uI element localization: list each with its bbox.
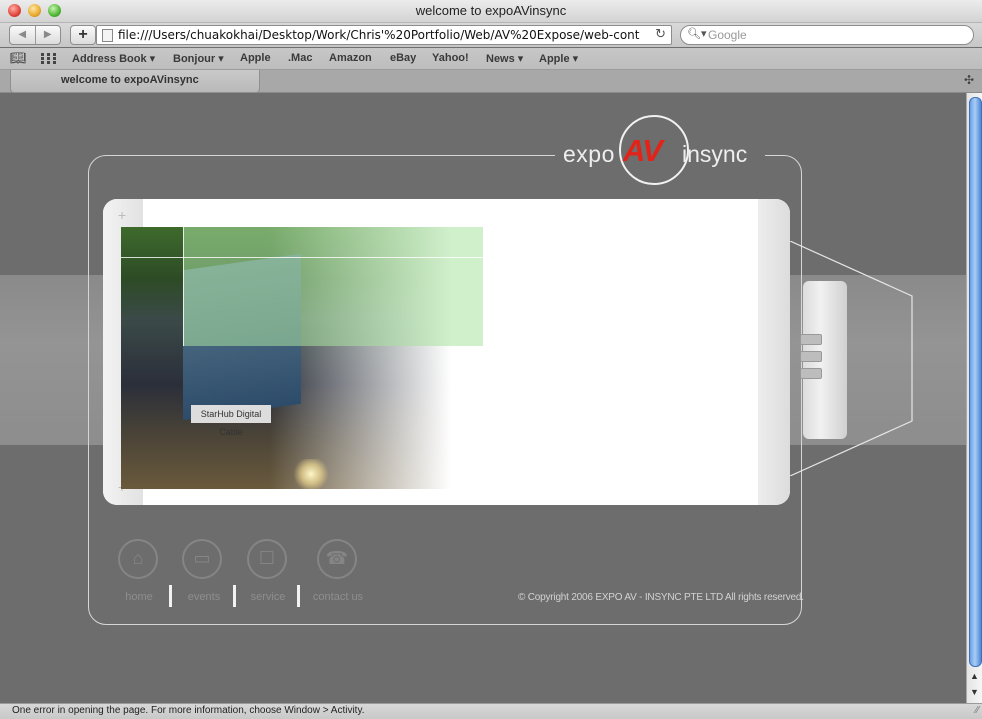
- guide-line-vertical: [183, 227, 184, 346]
- nav-home[interactable]: home: [107, 591, 171, 603]
- status-text: One error in opening the page. For more …: [12, 705, 365, 716]
- bookmark-ebay[interactable]: eBay: [390, 52, 416, 64]
- hero-panel: + + StarHub Digital Cable: [103, 199, 790, 505]
- logo-expo-text: expo: [563, 141, 615, 167]
- copyright-text: © Copyright 2006 EXPO AV - INSYNC PTE LT…: [518, 592, 804, 603]
- nav-separator: [297, 585, 300, 607]
- book-icon[interactable]: 📖︎: [10, 50, 27, 66]
- page-icon: [102, 29, 113, 42]
- bookmark-yahoo[interactable]: Yahoo!: [432, 52, 469, 64]
- title-bar: welcome to expoAVinsync: [0, 0, 982, 23]
- resize-grip-icon[interactable]: ⁄⁄: [976, 705, 979, 716]
- reload-icon[interactable]: ↻: [655, 26, 666, 42]
- folder-icon[interactable]: ▭: [182, 539, 222, 579]
- vertical-scrollbar[interactable]: ▲ ▼: [966, 93, 982, 703]
- bookmark-apple[interactable]: Apple: [240, 52, 271, 64]
- bookmark-mac[interactable]: .Mac: [288, 52, 312, 64]
- page-viewport: expo AV insync + + StarHub Digital Cable…: [0, 93, 966, 703]
- forward-arrow-icon[interactable]: ▶: [36, 26, 61, 44]
- guide-line-horizontal: [121, 257, 483, 258]
- address-bar[interactable]: file:///Users/chuakokhai/Desktop/Work/Ch…: [96, 25, 672, 45]
- nav-service[interactable]: service: [236, 591, 300, 603]
- bookmark-bonjour[interactable]: Bonjour ▾: [173, 52, 224, 65]
- bookmark-apple-menu[interactable]: Apple ▾: [539, 52, 578, 65]
- search-field[interactable]: 🔍︎▾ Google: [680, 25, 974, 45]
- right-rail: [758, 199, 790, 505]
- window-title: welcome to expoAVinsync: [415, 3, 567, 18]
- scroll-thumb[interactable]: [969, 97, 982, 667]
- green-overlay: [183, 227, 483, 346]
- house-icon[interactable]: ⌂: [118, 539, 158, 579]
- telephone-icon[interactable]: ☎: [317, 539, 357, 579]
- plus-icon: +: [118, 207, 127, 223]
- logo-insync-text: insync: [682, 141, 748, 167]
- back-arrow-icon[interactable]: ◀: [10, 26, 36, 44]
- search-icon[interactable]: 🔍︎▾: [687, 27, 707, 40]
- site-logo[interactable]: expo AV insync: [555, 111, 765, 191]
- grid-icon[interactable]: [41, 53, 56, 64]
- nav-contact-us[interactable]: contact us: [306, 591, 370, 603]
- browser-toolbar: ◀ ▶ + file:///Users/chuakokhai/Desktop/W…: [0, 23, 982, 47]
- logo-av-text: AV: [623, 133, 663, 168]
- tab-label: welcome to expoAVinsync: [61, 74, 199, 86]
- clipboard-icon[interactable]: ☐: [247, 539, 287, 579]
- status-bar: One error in opening the page. For more …: [0, 703, 982, 719]
- back-forward-buttons: ◀ ▶: [9, 25, 61, 45]
- scroll-down-icon[interactable]: ▼: [970, 687, 979, 697]
- grip-bar: [800, 334, 822, 345]
- grip-bar: [800, 368, 822, 379]
- grip-bar: [800, 351, 822, 362]
- bookmarks-bar: 📖︎ Address Book ▾ Bonjour ▾ Apple .Mac A…: [0, 48, 982, 70]
- tab-bar: welcome to expoAVinsync ✣: [0, 70, 982, 93]
- photo-light: [291, 459, 331, 489]
- search-placeholder: Google: [708, 28, 747, 42]
- scroll-up-icon[interactable]: ▲: [970, 671, 979, 681]
- nav-events[interactable]: events: [172, 591, 236, 603]
- new-tab-icon[interactable]: ✣: [964, 73, 974, 87]
- url-text[interactable]: file:///Users/chuakokhai/Desktop/Work/Ch…: [118, 28, 648, 42]
- add-bookmark-button[interactable]: +: [70, 25, 96, 45]
- bookmark-address-book[interactable]: Address Book ▾: [72, 52, 155, 65]
- site-nav: ⌂ ▭ ☐ ☎ home events service contact us: [110, 533, 380, 613]
- photo-banner: StarHub Digital Cable: [191, 405, 271, 437]
- tab-welcome[interactable]: welcome to expoAVinsync: [10, 70, 260, 93]
- bookmark-amazon[interactable]: Amazon: [329, 52, 372, 64]
- bookmark-news[interactable]: News ▾: [486, 52, 523, 65]
